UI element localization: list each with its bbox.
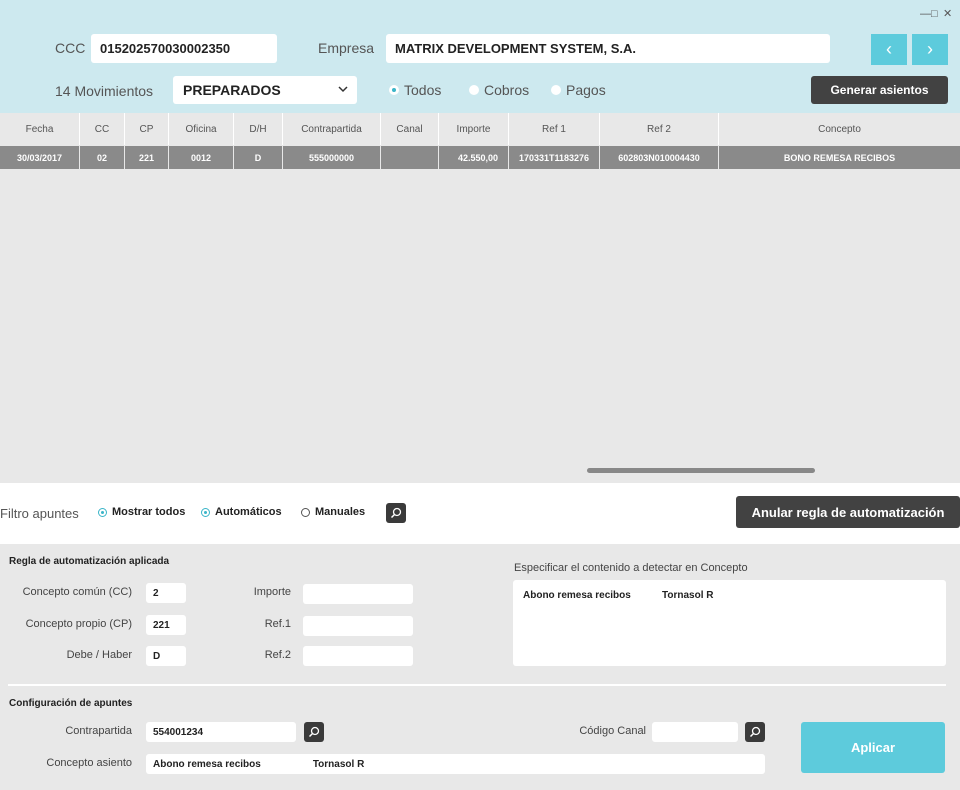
cp-label: Concepto propio (CP) — [25, 618, 132, 630]
radio-cobros-label: Cobros — [484, 82, 530, 98]
rule-panel: Regla de automatización aplicada Concept… — [0, 544, 960, 790]
maximize-icon[interactable]: □ — [931, 9, 938, 20]
column-header[interactable]: Canal — [381, 113, 439, 145]
concepto-asiento-term: Abono remesa recibos — [153, 758, 261, 770]
table-cell: 30/03/2017 — [0, 146, 80, 169]
close-icon[interactable]: ✕ — [943, 9, 952, 20]
column-header[interactable]: Ref 1 — [509, 113, 600, 145]
regla-section-title: Regla de automatización aplicada — [9, 556, 170, 567]
filter-option-label: Mostrar todos — [112, 506, 186, 518]
radio-dot-icon — [301, 507, 310, 517]
contrapartida-input[interactable]: 554001234 — [146, 722, 296, 742]
estado-select[interactable]: PREPARADOS — [173, 76, 357, 104]
table-cell: D — [234, 146, 283, 169]
config-section-title: Configuración de apuntes — [9, 698, 133, 709]
contrapartida-label: Contrapartida — [65, 725, 132, 737]
filter-bar: Filtro apuntes Mostrar todos Automáticos… — [0, 483, 960, 544]
column-header[interactable]: Concepto — [719, 113, 960, 145]
cc-input[interactable]: 2 — [146, 583, 186, 603]
horizontal-scrollbar[interactable] — [587, 468, 815, 473]
column-header[interactable]: D/H — [234, 113, 283, 145]
filter-search-button[interactable] — [386, 503, 406, 523]
column-header[interactable]: CC — [80, 113, 125, 145]
filtro-label: Filtro apuntes — [0, 506, 79, 521]
column-header[interactable]: Ref 2 — [600, 113, 719, 145]
radio-dot-icon — [551, 85, 561, 95]
table-cell: 170331T1183276 — [509, 146, 600, 169]
cc-label: Concepto común (CC) — [22, 586, 132, 598]
radio-cobros[interactable]: Cobros — [469, 82, 529, 98]
radio-todos-label: Todos — [404, 82, 442, 98]
filter-option-label: Manuales — [315, 506, 366, 518]
ccc-label: CCC — [55, 40, 86, 56]
concepto-detect-label: Especificar el contenido a detectar en C… — [514, 562, 748, 574]
radio-dot-icon — [98, 507, 107, 517]
table-cell: BONO REMESA RECIBOS — [719, 146, 960, 169]
canal-label: Código Canal — [579, 725, 646, 737]
table-cell: 02 — [80, 146, 125, 169]
column-header[interactable]: Oficina — [169, 113, 234, 145]
column-header[interactable]: Importe — [439, 113, 509, 145]
search-icon — [390, 507, 402, 519]
empresa-label: Empresa — [318, 40, 375, 56]
table-cell: 221 — [125, 146, 169, 169]
next-button[interactable]: › — [912, 34, 948, 65]
ref2-input[interactable] — [303, 646, 413, 666]
ref1-input[interactable] — [303, 616, 413, 636]
importe-label: Importe — [253, 586, 291, 598]
canal-search-button[interactable] — [745, 722, 765, 742]
filter-option-label: Automáticos — [215, 506, 282, 518]
chevron-right-icon: › — [927, 39, 933, 59]
generar-asientos-button[interactable]: Generar asientos — [811, 76, 948, 104]
table-header: Fecha CC CP Oficina D/H Contrapartida Ca… — [0, 113, 960, 145]
search-icon — [308, 726, 320, 738]
prev-button[interactable]: ‹ — [871, 34, 907, 65]
chevron-down-icon — [338, 82, 348, 99]
header-panel: — □ ✕ CCC 015202570030002350 Empresa MAT… — [0, 0, 960, 113]
anular-regla-button[interactable]: Anular regla de automatización — [736, 496, 960, 528]
table-cell: 602803N010004430 — [600, 146, 719, 169]
radio-pagos[interactable]: Pagos — [551, 82, 606, 98]
cp-input[interactable]: 221 — [146, 615, 186, 635]
filter-mostrar-todos[interactable]: Mostrar todos — [98, 506, 185, 518]
column-header[interactable]: Fecha — [0, 113, 80, 145]
canal-input[interactable] — [652, 722, 738, 742]
radio-pagos-label: Pagos — [566, 82, 606, 98]
column-header[interactable]: CP — [125, 113, 169, 145]
ref1-label: Ref.1 — [264, 618, 291, 630]
filter-automaticos[interactable]: Automáticos — [201, 506, 282, 518]
empresa-field[interactable]: MATRIX DEVELOPMENT SYSTEM, S.A. — [386, 34, 830, 63]
concepto-asiento-input[interactable]: Abono remesa recibos Tornasol R — [146, 754, 765, 774]
aplicar-button[interactable]: Aplicar — [801, 722, 945, 773]
search-icon — [749, 726, 761, 738]
importe-input[interactable] — [303, 584, 413, 604]
ref2-label: Ref.2 — [264, 649, 291, 661]
dh-label: Debe / Haber — [66, 649, 132, 661]
movimientos-table: Fecha CC CP Oficina D/H Contrapartida Ca… — [0, 113, 960, 483]
column-header[interactable]: Contrapartida — [283, 113, 381, 145]
concepto-detect-term: Abono remesa recibos — [523, 590, 631, 601]
estado-select-value: PREPARADOS — [183, 82, 281, 98]
ccc-field[interactable]: 015202570030002350 — [91, 34, 277, 63]
section-divider — [8, 684, 946, 686]
table-cell — [381, 146, 439, 169]
radio-dot-icon — [389, 85, 399, 95]
concepto-asiento-label: Concepto asiento — [46, 757, 132, 769]
table-cell: 555000000 — [283, 146, 381, 169]
table-row[interactable]: 30/03/2017 02 221 0012 D 555000000 42.55… — [0, 146, 960, 169]
radio-dot-icon — [469, 85, 479, 95]
filter-manuales[interactable]: Manuales — [301, 506, 365, 518]
table-cell: 42.550,00 — [439, 146, 509, 169]
concepto-asiento-term: Tornasol R — [312, 758, 365, 770]
radio-todos[interactable]: Todos — [389, 82, 441, 98]
table-cell: 0012 — [169, 146, 234, 169]
contrapartida-search-button[interactable] — [304, 722, 324, 742]
radio-dot-icon — [201, 507, 210, 517]
concepto-detect-term: Tornasol R — [662, 590, 714, 601]
minimize-icon[interactable]: — — [920, 9, 931, 20]
concepto-detect-textarea[interactable]: Abono remesa recibos Tornasol R — [513, 580, 946, 666]
movimientos-count: 14 Movimientos — [55, 83, 154, 99]
dh-input[interactable]: D — [146, 646, 186, 666]
chevron-left-icon: ‹ — [886, 39, 892, 59]
